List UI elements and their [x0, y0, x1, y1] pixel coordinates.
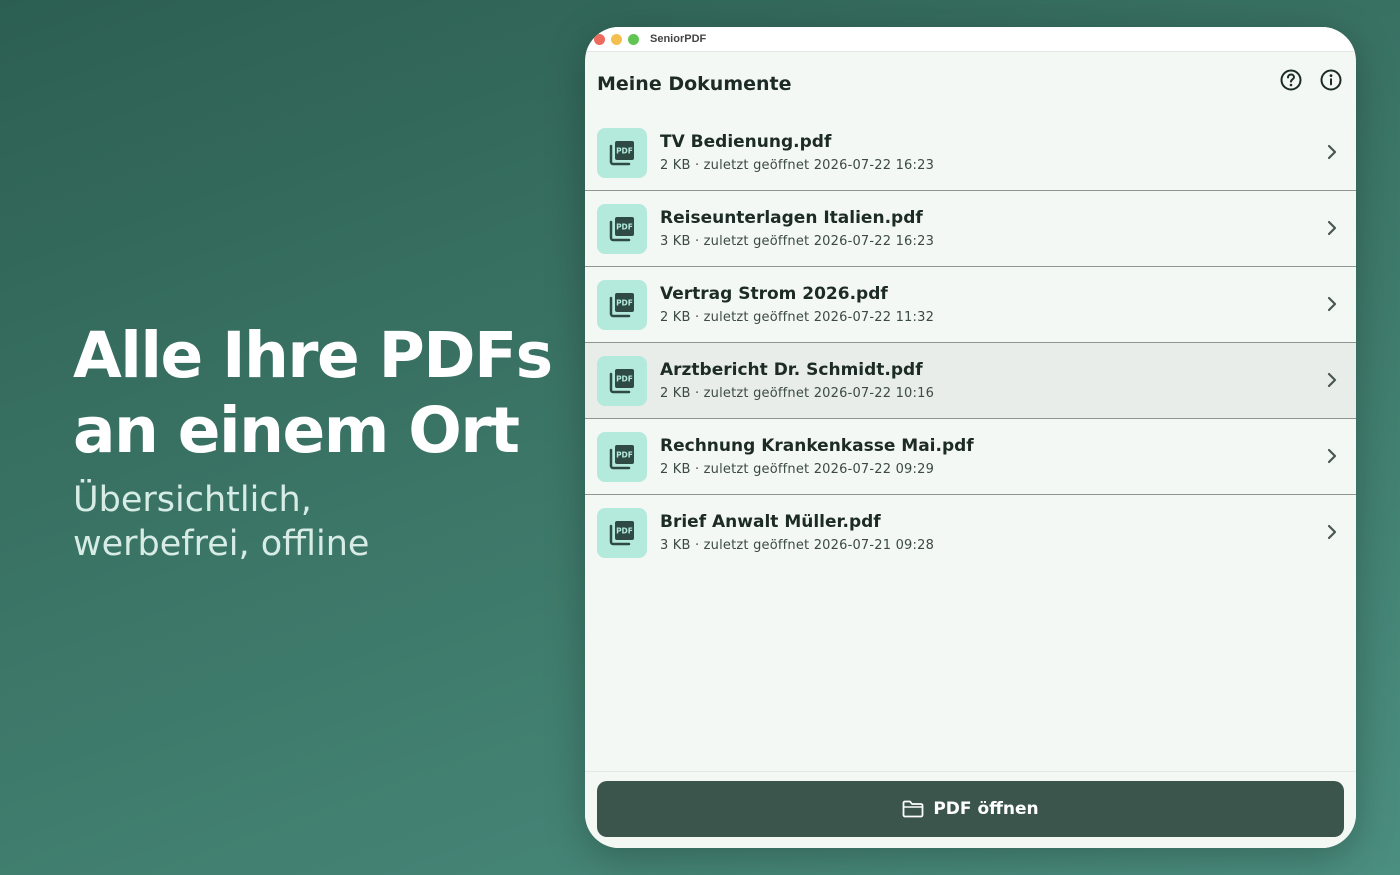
pdf-file-icon: PDF [597, 507, 647, 558]
help-icon[interactable] [1280, 69, 1302, 91]
footer-bar: PDF öffnen [585, 771, 1356, 848]
document-row-selected[interactable]: PDF Arztbericht Dr. Schmidt.pdf 2 KB · z… [585, 343, 1356, 419]
pdf-file-icon: PDF [597, 279, 647, 330]
folder-icon [902, 800, 924, 818]
document-meta: 2 KB · zuletzt geöffnet 2026-07-22 10:16 [660, 386, 935, 401]
document-name: Reiseunterlagen Italien.pdf [660, 208, 923, 228]
document-meta: 3 KB · zuletzt geöffnet 2026-07-21 09:28 [660, 538, 935, 553]
document-meta: 2 KB · zuletzt geöffnet 2026-07-22 09:29 [660, 462, 935, 477]
document-name: Brief Anwalt Müller.pdf [660, 512, 881, 532]
headline: Alle Ihre PDFs an einem Ort [73, 318, 573, 468]
chevron-right-icon [1327, 524, 1337, 540]
subline-line-2: werbefrei, offline [73, 524, 370, 564]
open-pdf-button[interactable]: PDF öffnen [597, 781, 1344, 837]
document-meta: 2 KB · zuletzt geöffnet 2026-07-22 11:32 [660, 310, 935, 325]
document-row[interactable]: PDF Reiseunterlagen Italien.pdf 3 KB · z… [585, 191, 1356, 267]
document-name: TV Bedienung.pdf [660, 132, 832, 152]
chevron-right-icon [1327, 372, 1337, 388]
pdf-file-icon: PDF [597, 203, 647, 254]
document-meta: 3 KB · zuletzt geöffnet 2026-07-22 16:23 [660, 234, 935, 249]
document-row[interactable]: PDF TV Bedienung.pdf 2 KB · zuletzt geöf… [585, 115, 1356, 191]
svg-text:PDF: PDF [616, 146, 633, 155]
document-row[interactable]: PDF Brief Anwalt Müller.pdf 3 KB · zulet… [585, 495, 1356, 570]
document-name: Vertrag Strom 2026.pdf [660, 284, 888, 304]
svg-text:PDF: PDF [616, 298, 633, 307]
page-title: Meine Dokumente [597, 72, 792, 95]
chevron-right-icon [1327, 144, 1337, 160]
svg-text:PDF: PDF [616, 526, 633, 535]
document-meta: 2 KB · zuletzt geöffnet 2026-07-22 16:23 [660, 158, 935, 173]
chevron-right-icon [1327, 448, 1337, 464]
pdf-file-icon: PDF [597, 127, 647, 178]
chevron-right-icon [1327, 220, 1337, 236]
info-icon[interactable] [1320, 69, 1342, 91]
document-list: PDF TV Bedienung.pdf 2 KB · zuletzt geöf… [585, 115, 1356, 570]
close-window-button[interactable] [594, 34, 605, 45]
title-bar: SeniorPDF [585, 27, 1356, 52]
document-name: Rechnung Krankenkasse Mai.pdf [660, 436, 974, 456]
document-name: Arztbericht Dr. Schmidt.pdf [660, 360, 923, 380]
zoom-window-button[interactable] [628, 34, 639, 45]
headline-line-2: an einem Ort [73, 394, 520, 467]
page-header: Meine Dokumente [585, 52, 1356, 115]
subline-line-1: Übersichtlich, [73, 480, 312, 520]
headline-line-1: Alle Ihre PDFs [73, 319, 553, 392]
chevron-right-icon [1327, 296, 1337, 312]
svg-text:PDF: PDF [616, 222, 633, 231]
minimize-window-button[interactable] [611, 34, 622, 45]
subline: Übersichtlich, werbefrei, offline [73, 478, 573, 566]
pdf-file-icon: PDF [597, 431, 647, 482]
open-pdf-label: PDF öffnen [933, 799, 1039, 819]
document-row[interactable]: PDF Vertrag Strom 2026.pdf 2 KB · zuletz… [585, 267, 1356, 343]
header-actions [1280, 69, 1342, 91]
svg-text:PDF: PDF [616, 450, 633, 459]
pdf-file-icon: PDF [597, 355, 647, 406]
app-window: SeniorPDF Meine Dokumente PDF TV Bedienu… [585, 27, 1356, 848]
promo-text: Alle Ihre PDFs an einem Ort Übersichtlic… [73, 318, 573, 566]
document-row[interactable]: PDF Rechnung Krankenkasse Mai.pdf 2 KB ·… [585, 419, 1356, 495]
window-title: SeniorPDF [650, 33, 707, 45]
svg-text:PDF: PDF [616, 374, 633, 383]
